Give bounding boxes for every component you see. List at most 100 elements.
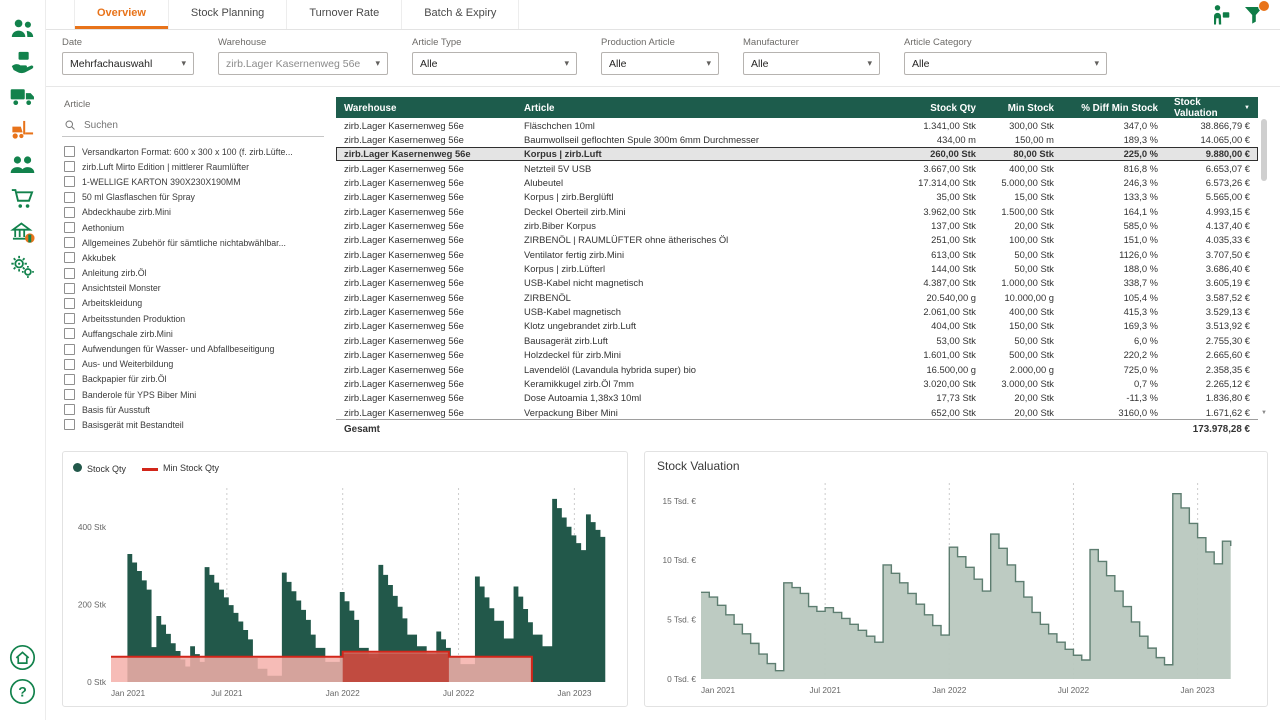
- cell-diff: 169,3 %: [1123, 320, 1158, 332]
- checkbox[interactable]: [64, 282, 75, 294]
- list-item[interactable]: Anleitung zirb.Öl: [62, 266, 324, 281]
- checkbox[interactable]: [64, 297, 75, 309]
- sidebar-top-icons: !: [9, 8, 36, 287]
- table-row[interactable]: zirb.Lager Kasernenweg 56e Baumwollseil g…: [336, 132, 1258, 146]
- filter-dropdown[interactable]: Alle ▾: [601, 52, 719, 75]
- list-item[interactable]: Aus- und Weiterbildung: [62, 357, 324, 372]
- column-header-stock-qty[interactable]: Stock Qty: [896, 97, 984, 119]
- cell-valuation: 3.513,92 €: [1205, 320, 1250, 332]
- cell-diff: 3160,0 %: [1118, 406, 1158, 418]
- checkbox[interactable]: [64, 343, 75, 355]
- table-row[interactable]: zirb.Lager Kasernenweg 56e Dose Autoamia …: [336, 391, 1258, 405]
- table-row[interactable]: zirb.Lager Kasernenweg 56e zirb.Biber Kor…: [336, 218, 1258, 232]
- list-item[interactable]: zirb.Luft Mirto Edition | mittlerer Raum…: [62, 159, 324, 174]
- forklift-icon[interactable]: [9, 117, 36, 144]
- hand-box-icon[interactable]: [9, 49, 36, 76]
- table-row[interactable]: zirb.Lager Kasernenweg 56e Lavendelöl (La…: [336, 362, 1258, 376]
- checkbox[interactable]: [64, 419, 75, 431]
- list-item[interactable]: Ansichtsteil Monster: [62, 281, 324, 296]
- table-row[interactable]: zirb.Lager Kasernenweg 56e Fläschchen 10m…: [336, 118, 1258, 132]
- table-row[interactable]: zirb.Lager Kasernenweg 56e Bausagerät zir…: [336, 333, 1258, 347]
- tab-turnover-rate[interactable]: Turnover Rate: [287, 0, 403, 29]
- list-item[interactable]: 1-WELLIGE KARTON 390X230X190MM: [62, 174, 324, 189]
- filter-dropdown[interactable]: zirb.Lager Kasernenweg 56e ▾: [218, 52, 388, 75]
- bank-alert-icon[interactable]: !: [9, 219, 36, 246]
- table-row[interactable]: zirb.Lager Kasernenweg 56e USB-Kabel nich…: [336, 276, 1258, 290]
- checkbox[interactable]: [64, 252, 75, 264]
- list-item[interactable]: Allgemeines Zubehör für sämtliche nichta…: [62, 235, 324, 250]
- checkbox[interactable]: [64, 328, 75, 340]
- table-row[interactable]: zirb.Lager Kasernenweg 56e Netzteil 5V US…: [336, 161, 1258, 175]
- scrollbar-down-arrow[interactable]: ▼: [1260, 410, 1268, 416]
- list-item[interactable]: Arbeitskleidung: [62, 296, 324, 311]
- filter-value: Alle: [420, 57, 438, 70]
- checkbox[interactable]: [64, 191, 75, 203]
- table-row[interactable]: zirb.Lager Kasernenweg 56e Holzdeckel für…: [336, 348, 1258, 362]
- cart-icon[interactable]: [9, 185, 36, 212]
- checkbox[interactable]: [64, 176, 75, 188]
- checkbox[interactable]: [64, 389, 75, 401]
- table-row[interactable]: zirb.Lager Kasernenweg 56e USB-Kabel magn…: [336, 304, 1258, 318]
- list-item[interactable]: Arbeitsstunden Produktion: [62, 311, 324, 326]
- checkbox[interactable]: [64, 222, 75, 234]
- checkbox[interactable]: [64, 313, 75, 325]
- list-item[interactable]: 50 ml Glasflaschen für Spray: [62, 190, 324, 205]
- table-row[interactable]: zirb.Lager Kasernenweg 56e Klotz ungebran…: [336, 319, 1258, 333]
- checkbox[interactable]: [64, 237, 75, 249]
- list-item[interactable]: Versandkarton Format: 600 x 300 x 100 (f…: [62, 144, 324, 159]
- filter-dropdown[interactable]: Alle ▾: [743, 52, 880, 75]
- checkbox[interactable]: [64, 146, 75, 158]
- checkbox[interactable]: [64, 206, 75, 218]
- tab-overview[interactable]: Overview: [74, 0, 169, 29]
- cell-qty: 260,00 Stk: [930, 148, 976, 160]
- filter-dropdown[interactable]: Mehrfachauswahl ▾: [62, 52, 194, 75]
- team-icon[interactable]: [9, 151, 36, 178]
- table-row[interactable]: zirb.Lager Kasernenweg 56e Korpus | zirb.…: [336, 146, 1258, 162]
- article-search-input[interactable]: [82, 118, 322, 132]
- list-item[interactable]: Basisgerät mit Bestandteil: [62, 417, 324, 432]
- filter-dropdown[interactable]: Alle ▾: [412, 52, 577, 75]
- checkbox[interactable]: [64, 373, 75, 385]
- list-item[interactable]: Akkubek: [62, 250, 324, 265]
- column-header-article[interactable]: Article: [516, 97, 896, 119]
- filter-funnel-icon[interactable]: [1242, 0, 1270, 27]
- courier-icon[interactable]: [1208, 3, 1232, 27]
- list-item[interactable]: Abdeckhaube zirb.Mini: [62, 205, 324, 220]
- table-row[interactable]: zirb.Lager Kasernenweg 56e ZIRBENÖL 20.540…: [336, 290, 1258, 304]
- column-header-warehouse[interactable]: Warehouse: [336, 97, 516, 119]
- checkbox[interactable]: [64, 267, 75, 279]
- table-row[interactable]: zirb.Lager Kasernenweg 56e Alubeutel 17.31…: [336, 175, 1258, 189]
- customers-icon[interactable]: [9, 15, 36, 42]
- list-item[interactable]: Aufwendungen für Wasser- und Abfallbesei…: [62, 341, 324, 356]
- table-row[interactable]: zirb.Lager Kasernenweg 56e Deckel Obertei…: [336, 204, 1258, 218]
- filter-dropdown[interactable]: Alle ▾: [904, 52, 1107, 75]
- filter-production-article: Production Article Alle ▾: [601, 37, 719, 75]
- checkbox[interactable]: [64, 404, 75, 416]
- table-row[interactable]: zirb.Lager Kasernenweg 56e Verpackung Bib…: [336, 405, 1258, 419]
- list-item[interactable]: Aethonium: [62, 220, 324, 235]
- table-row[interactable]: zirb.Lager Kasernenweg 56e Korpus | zirb.…: [336, 190, 1258, 204]
- list-item[interactable]: Backpapier für zirb.Öl: [62, 372, 324, 387]
- table-scrollbar[interactable]: ▼: [1260, 118, 1268, 418]
- list-item[interactable]: Auffangschale zirb.Mini: [62, 326, 324, 341]
- table-row[interactable]: zirb.Lager Kasernenweg 56e ZIRBENÖL | RAU…: [336, 233, 1258, 247]
- article-search[interactable]: [62, 114, 324, 137]
- home-icon[interactable]: [9, 644, 36, 671]
- column-header-stock-valuation[interactable]: Stock Valuation ▼: [1166, 97, 1258, 119]
- checkbox[interactable]: [64, 161, 75, 173]
- tab-batch-expiry[interactable]: Batch & Expiry: [402, 0, 520, 29]
- table-row[interactable]: zirb.Lager Kasernenweg 56e Korpus | zirb.…: [336, 261, 1258, 275]
- scrollbar-thumb[interactable]: [1261, 119, 1267, 181]
- truck-icon[interactable]: [9, 83, 36, 110]
- checkbox[interactable]: [64, 358, 75, 370]
- table-row[interactable]: zirb.Lager Kasernenweg 56e Ventilator fer…: [336, 247, 1258, 261]
- list-item[interactable]: Basis für Ausstuft: [62, 402, 324, 417]
- tab-stock-planning[interactable]: Stock Planning: [169, 0, 288, 29]
- gears-icon[interactable]: [9, 253, 36, 280]
- table-row[interactable]: zirb.Lager Kasernenweg 56e Keramikkugel z…: [336, 376, 1258, 390]
- list-item[interactable]: Banderole für YPS Biber Mini: [62, 387, 324, 402]
- list-item-label: Backpapier für zirb.Öl: [82, 374, 167, 385]
- column-header-min-stock[interactable]: Min Stock: [984, 97, 1062, 119]
- column-header--diff-min-stock[interactable]: % Diff Min Stock: [1062, 97, 1166, 119]
- help-icon[interactable]: ?: [9, 678, 36, 705]
